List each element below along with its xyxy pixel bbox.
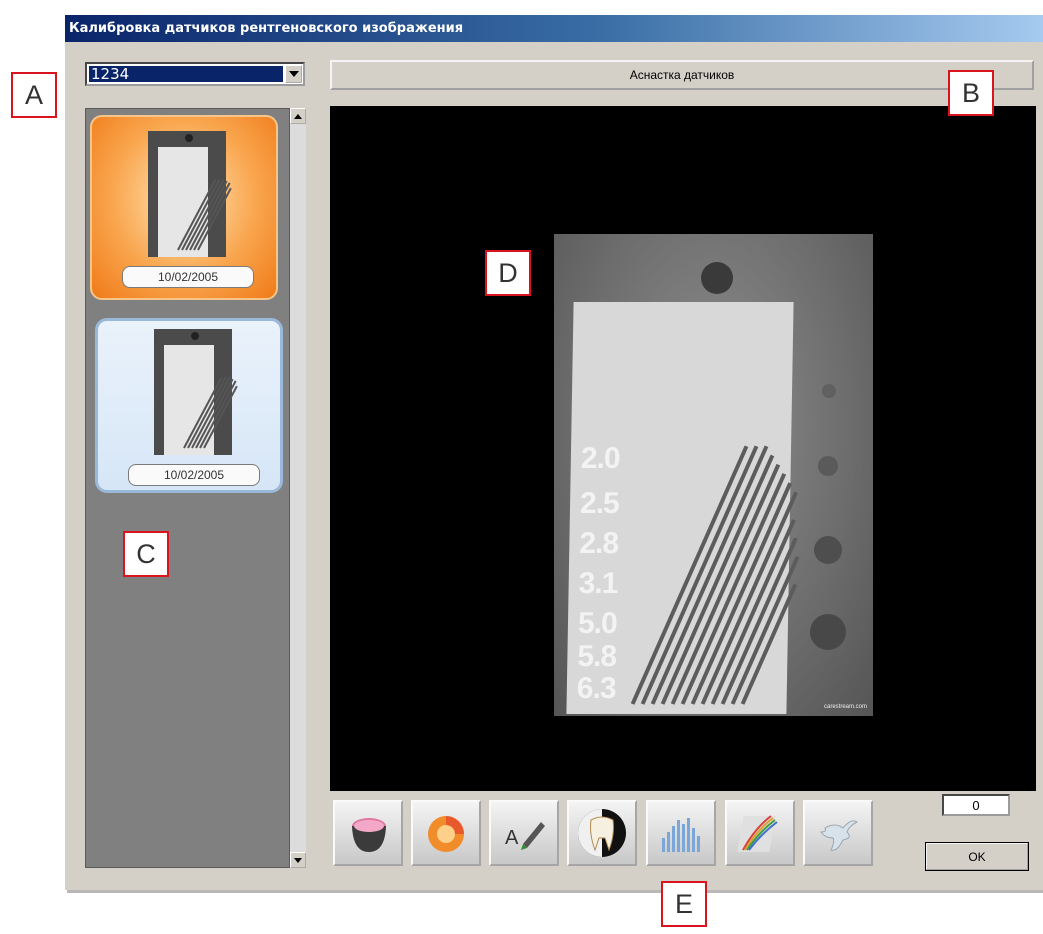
annotate-tool-button[interactable]: A	[489, 800, 559, 866]
thumbnail-scrollbar[interactable]	[290, 108, 306, 868]
contrast-cup-icon	[352, 818, 386, 852]
color-tool-button[interactable]	[411, 800, 481, 866]
scale-label: 2.8	[579, 527, 619, 560]
histogram-icon	[662, 818, 700, 852]
scroll-up-button[interactable]	[290, 108, 306, 124]
callout-b: B	[948, 70, 994, 116]
window-title: Калибровка датчиков рентгеновского изобр…	[65, 15, 1043, 42]
filter-tool-button[interactable]	[803, 800, 873, 866]
callout-e: E	[661, 881, 707, 927]
callout-d: D	[485, 250, 531, 296]
counter-display: 0	[942, 794, 1010, 816]
annotate-pen-icon: A	[505, 822, 545, 850]
test-pattern-plate: 2.0 2.5 2.8 3.1 5.0 5.8 6.3	[566, 302, 800, 714]
tooth-tool-button[interactable]	[567, 800, 637, 866]
thumbnail-date: 10/02/2005	[122, 266, 254, 288]
color-curves-icon	[737, 815, 778, 852]
contrast-tool-button[interactable]	[333, 800, 403, 866]
scale-label: 5.0	[577, 607, 617, 640]
histogram-tool-button[interactable]	[646, 800, 716, 866]
curves-tool-button[interactable]	[725, 800, 795, 866]
dove-icon	[820, 820, 858, 851]
svg-text:A: A	[505, 827, 519, 849]
callout-a: A	[11, 72, 57, 118]
ok-button[interactable]: OK	[925, 842, 1029, 871]
thumbnail-date: 10/02/2005	[128, 464, 260, 486]
sensor-select[interactable]: 1234	[85, 62, 305, 86]
xray-image[interactable]: 2.0 2.5 2.8 3.1 5.0 5.8 6.3 carestream.c…	[554, 234, 873, 716]
thumbnail-image	[148, 131, 232, 257]
chevron-up-icon	[294, 113, 302, 119]
thumbnail-selected[interactable]: 10/02/2005	[90, 115, 278, 300]
chevron-down-icon	[288, 71, 299, 77]
callout-c: C	[123, 531, 169, 577]
sensor-select-value: 1234	[89, 66, 283, 82]
sensor-select-dropdown-button[interactable]	[285, 65, 302, 83]
color-wheel-icon	[428, 816, 464, 852]
scale-label: 2.0	[580, 442, 620, 475]
chevron-down-icon	[294, 857, 302, 863]
scroll-down-button[interactable]	[290, 852, 306, 868]
tooth-icon	[578, 809, 626, 857]
scale-label: 6.3	[576, 672, 616, 705]
sensor-setup-button[interactable]: Аснастка датчиков	[330, 60, 1034, 90]
scale-label: 5.8	[577, 640, 617, 673]
thumbnail-image	[154, 329, 238, 455]
scale-label: 3.1	[578, 567, 618, 600]
image-watermark: carestream.com	[823, 704, 867, 710]
scale-label: 2.5	[579, 487, 620, 520]
thumbnail[interactable]: 10/02/2005	[95, 318, 283, 493]
